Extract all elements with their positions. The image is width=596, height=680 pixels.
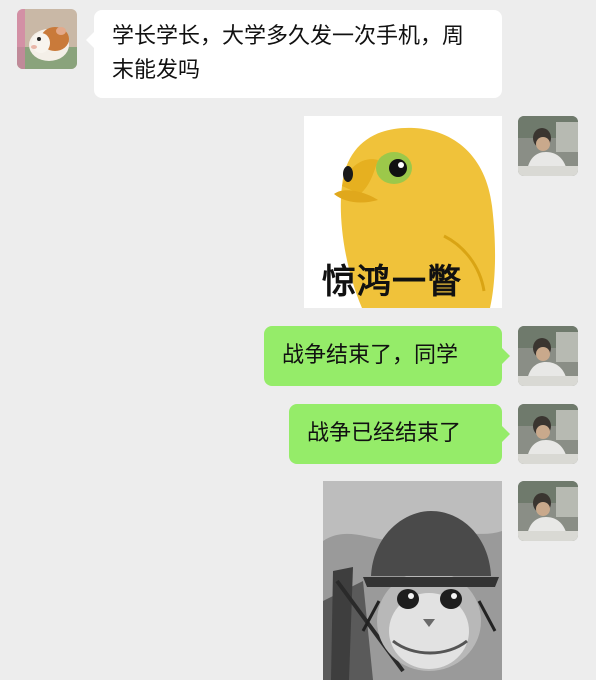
message-bubble-outgoing[interactable]: 战争已经结束了 <box>289 404 510 464</box>
message-text: 战争结束了，同学 <box>282 343 459 368</box>
sticker-caption: 惊鸿一瞥 <box>322 262 462 302</box>
soldier-cat-sticker[interactable] <box>323 481 502 680</box>
contact-avatar[interactable] <box>17 9 77 69</box>
message-bubble-outgoing[interactable]: 战争结束了，同学 <box>264 326 510 386</box>
user-avatar[interactable] <box>518 326 578 386</box>
user-avatar[interactable] <box>518 404 578 464</box>
user-avatar[interactable] <box>518 116 578 176</box>
yellow-bird-sticker[interactable]: 惊鸿一瞥 <box>304 116 502 308</box>
chat-view: 学长学长，大学多久发一次手机，周末能发吗 惊鸿一瞥 战争结束了，同学 战争已经结… <box>0 0 596 680</box>
message-text: 学长学长，大学多久发一次手机，周末能发吗 <box>112 24 465 83</box>
message-bubble-incoming[interactable]: 学长学长，大学多久发一次手机，周末能发吗 <box>86 10 502 98</box>
user-avatar[interactable] <box>518 481 578 541</box>
message-text: 战争已经结束了 <box>307 421 462 446</box>
